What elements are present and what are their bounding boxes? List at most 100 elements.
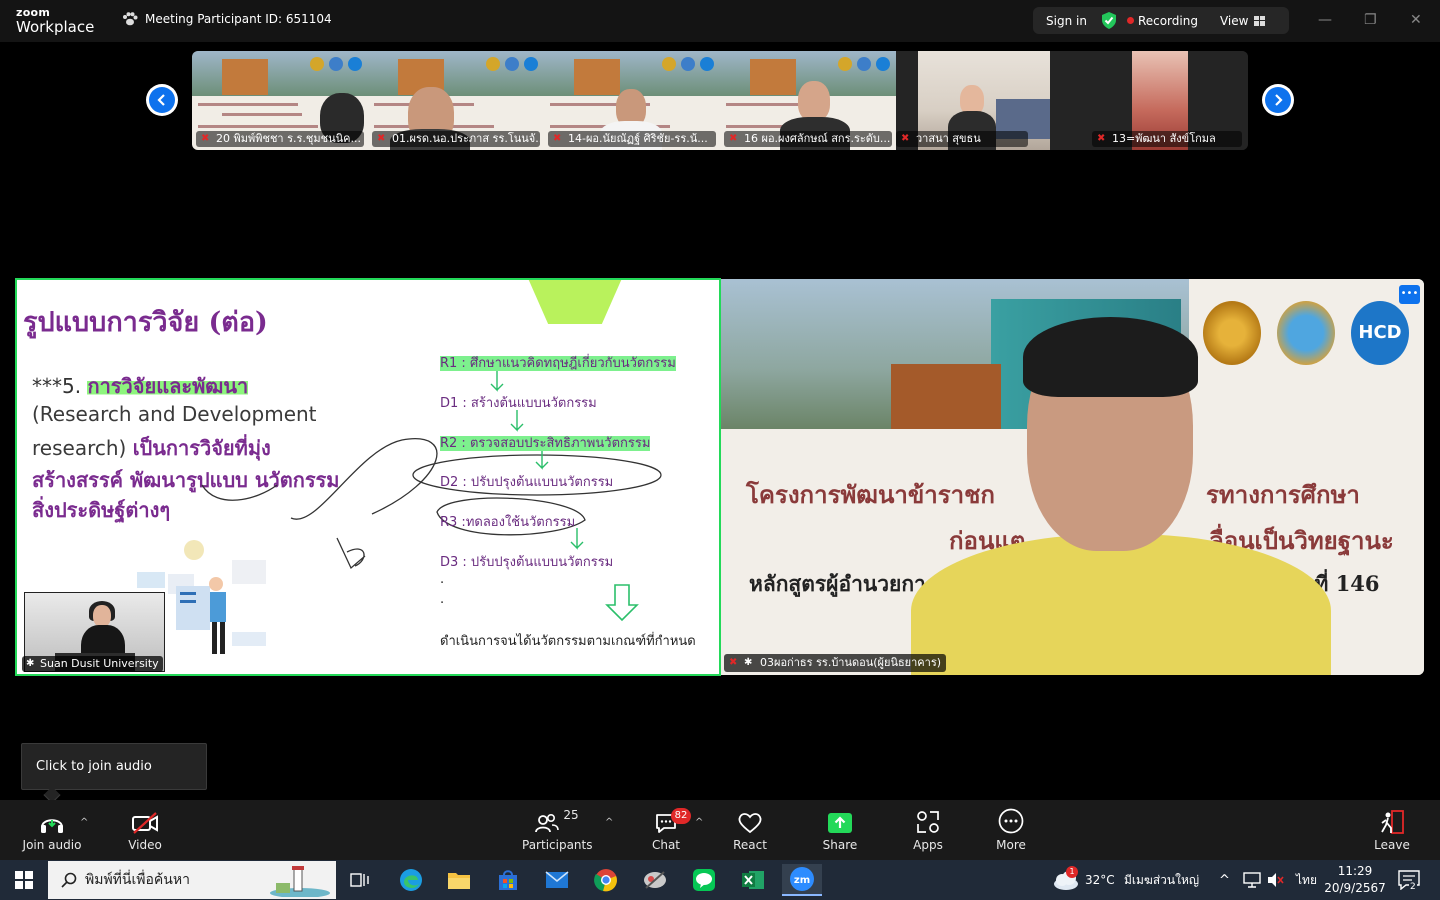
video-more-button[interactable]: •••	[1399, 285, 1420, 304]
weather-alert-badge: 1	[1066, 866, 1078, 878]
volume-muted-icon[interactable]	[1266, 872, 1284, 888]
react-button[interactable]: React	[728, 800, 772, 860]
participants-label: Participants	[522, 838, 593, 852]
participant-tile[interactable]: ✖ 01.ผรด.นอ.ประภาส รร.โนนจั...	[368, 51, 544, 150]
recording-label: Recording	[1137, 13, 1198, 28]
chrome-app[interactable]	[586, 864, 626, 896]
chrome-icon	[594, 869, 617, 892]
view-button[interactable]: View	[1220, 14, 1266, 28]
pin-icon: ✱	[744, 657, 753, 668]
system-clock[interactable]: 11:29 20/9/2567	[1320, 863, 1390, 897]
participant-tile[interactable]: ✖ วาสนา สุขธน	[896, 51, 1072, 150]
edge-app[interactable]	[391, 864, 431, 896]
windows-logo-icon	[15, 871, 33, 889]
windows-taskbar: พิมพ์ที่นี่เพื่อค้นหา zm 1 32°C มีเมฆส่ว…	[0, 860, 1440, 900]
speaker-name-tag: ✖ ✱ 03ผอก่าธร รร.บ้านดอน(ผู้ยนิธยาคาร)	[724, 654, 947, 672]
recording-indicator[interactable]: Recording	[1126, 13, 1198, 28]
weather-desc[interactable]: มีเมฆส่วนใหญ่	[1124, 860, 1199, 900]
share-button[interactable]: Share	[818, 800, 862, 860]
start-button[interactable]	[0, 860, 48, 900]
speaker-video[interactable]: HCD โครงการพัฒนาข้าราชก รทางการศึกษา ก่อ…	[721, 279, 1424, 675]
store-app[interactable]	[488, 864, 528, 896]
participant-name: วาสนา สุขธน	[916, 132, 981, 145]
recording-dot-icon	[1126, 17, 1134, 24]
participant-tile[interactable]: ✖ 14-ผอ.นัยณัฏฐ์ ศิริชัย-รร.น้...	[544, 51, 720, 150]
mic-muted-icon: ✖	[729, 657, 738, 668]
chevron-left-icon	[157, 94, 165, 106]
speaker-body	[911, 534, 1331, 675]
participant-name: 20 พิมพ์พิชชา ร.ร.ชุมชนนิค...	[216, 132, 361, 145]
mic-muted-icon: ✖	[553, 133, 562, 144]
task-view-button[interactable]	[340, 864, 380, 896]
apps-label: Apps	[913, 838, 943, 852]
apps-icon	[917, 811, 939, 833]
sign-in-button[interactable]: Sign in	[1046, 14, 1087, 28]
speaker-name: 03ผอก่าธร รร.บ้านดอน(ผู้ยนิธยาคาร)	[760, 656, 942, 669]
zoom-app[interactable]: zm	[782, 864, 822, 896]
participant-tile[interactable]: ✖ 13=พัฒนา สังข์โกมล	[1072, 51, 1248, 150]
step-d3: D3 : ปรับปรุงต้นแบบนวัตกรรม	[440, 555, 614, 570]
restore-button[interactable]: ❐	[1364, 12, 1377, 28]
participant-name: 01.ผรด.นอ.ประภาส รร.โนนจั...	[392, 132, 540, 145]
minimize-button[interactable]: —	[1318, 12, 1332, 28]
folder-icon	[448, 873, 470, 889]
participant-name: 13=พัฒนา สังข์โกมล	[1112, 132, 1216, 145]
hcd-logo-text: HCD	[1358, 322, 1402, 343]
participant-tile[interactable]: ✖ 16 ผอ.ผงศลักษณ์ สกร.ระดับ...	[720, 51, 896, 150]
weather-temp[interactable]: 32°C	[1085, 860, 1115, 900]
pin-icon: ✱	[26, 658, 35, 669]
participants-button[interactable]: 25 Participants	[522, 800, 593, 860]
apps-button[interactable]: Apps	[906, 800, 950, 860]
mic-muted-icon: ✖	[901, 133, 910, 144]
status-pill: Sign in Recording View	[1033, 7, 1289, 34]
mail-app[interactable]	[537, 864, 577, 896]
more-button[interactable]: More	[989, 800, 1033, 860]
seal-logo	[1277, 301, 1335, 365]
taskbar-search[interactable]: พิมพ์ที่นี่เพื่อค้นหา	[48, 861, 336, 899]
join-audio-button[interactable]: Join audio	[20, 800, 84, 860]
input-language[interactable]: ไทย	[1296, 860, 1317, 900]
network-icon[interactable]	[1243, 872, 1261, 888]
step-d1: D1 : สร้างต้นแบบนวัตกรรม	[440, 396, 597, 411]
grid-view-icon	[1254, 15, 1266, 26]
chat-badge: 82	[671, 808, 691, 824]
participant-tile[interactable]: ✖ 20 พิมพ์พิชชา ร.ร.ชุมชนนิค...	[192, 51, 368, 150]
zoom-window: zoom Workplace Meeting Participant ID: 6…	[0, 0, 1440, 900]
banner-line-1: โครงการพัฒนาข้าราชก	[746, 480, 995, 509]
security-shield-icon[interactable]	[1101, 12, 1117, 29]
line-app[interactable]	[684, 864, 724, 896]
emblem-logo	[1203, 301, 1261, 365]
step-r2: R2 : ตรวจสอบประสิทธิภาพนวัตกรรม	[440, 432, 651, 453]
participants-icon	[535, 813, 560, 833]
join-audio-tooltip[interactable]: Click to join audio	[21, 743, 207, 790]
audio-options-caret-icon[interactable]: ^	[80, 817, 88, 828]
snipping-app[interactable]	[635, 864, 675, 896]
video-label: Video	[128, 838, 162, 852]
step-r1: R1 : ศึกษาแนวคิดทฤษฎีเกี่ยวกับนวัตกรรม	[440, 352, 676, 373]
join-audio-label: Join audio	[22, 838, 82, 852]
react-label: React	[733, 838, 767, 852]
zoom-app-icon: zm	[790, 867, 814, 891]
participant-name: 16 ผอ.ผงศลักษณ์ สกร.ระดับ...	[744, 132, 891, 145]
step-d2: D2 : ปรับปรุงต้นแบบนวัตกรรม	[440, 475, 614, 490]
filmstrip: ✖ 20 พิมพ์พิชชา ร.ร.ชุมชนนิค... ✖ 01.ผรด.น…	[192, 51, 1248, 150]
search-placeholder: พิมพ์ที่นี่เพื่อค้นหา	[85, 872, 190, 888]
snipping-tool-icon	[644, 871, 666, 889]
shared-screen[interactable]: รูปแบบการวิจัย (ต่อ) ***5. การวิจัยและพั…	[15, 278, 721, 676]
tray-overflow-icon[interactable]: ^	[1219, 860, 1230, 900]
meeting-id-label[interactable]: Meeting Participant ID: 651104	[122, 12, 332, 26]
participants-options-caret-icon[interactable]: ^	[605, 817, 613, 828]
excel-app[interactable]	[733, 864, 773, 896]
leave-button[interactable]: Leave	[1370, 800, 1414, 860]
file-explorer-app[interactable]	[439, 864, 479, 896]
filmstrip-prev-button[interactable]	[146, 84, 178, 116]
excel-icon	[742, 871, 764, 889]
filmstrip-next-button[interactable]	[1262, 84, 1294, 116]
chat-options-caret-icon[interactable]: ^	[695, 817, 703, 828]
video-button[interactable]: Video	[118, 800, 172, 860]
clock-time: 11:29	[1337, 864, 1373, 878]
close-button[interactable]: ✕	[1410, 12, 1422, 28]
meeting-toolbar: Join audio Video 25 Participants Chat Re…	[0, 800, 1440, 860]
paw-icon	[123, 12, 138, 26]
chat-label: Chat	[651, 838, 681, 852]
